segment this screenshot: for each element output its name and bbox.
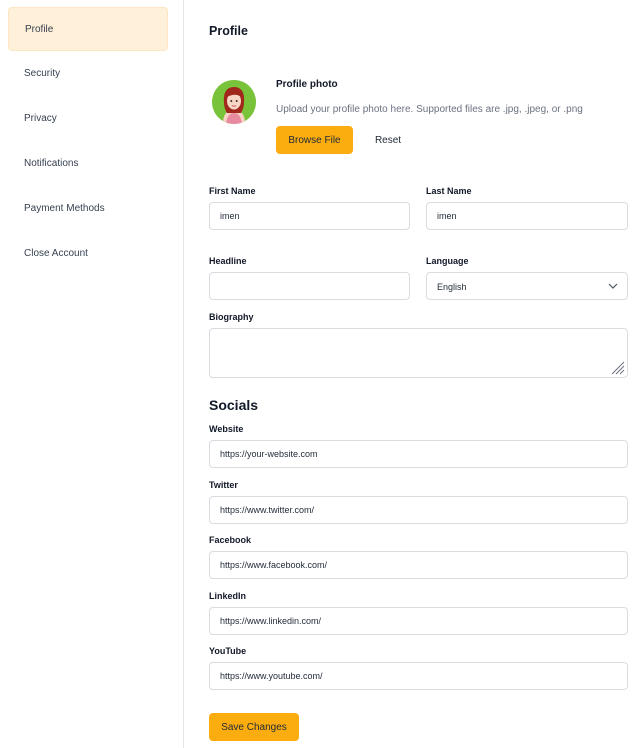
sidebar-item-security[interactable]: Security: [8, 52, 168, 96]
biography-textarea[interactable]: [209, 328, 628, 378]
reset-photo-button[interactable]: Reset: [364, 126, 412, 154]
chevron-down-icon: [608, 283, 618, 289]
settings-sidebar: Profile Security Privacy Notifications P…: [0, 0, 184, 748]
website-input[interactable]: [209, 440, 628, 468]
sidebar-item-payment-methods[interactable]: Payment Methods: [8, 187, 168, 231]
sidebar-item-privacy[interactable]: Privacy: [8, 97, 168, 141]
page-title: Profile: [209, 24, 248, 38]
youtube-input[interactable]: [209, 662, 628, 690]
avatar-illustration: [212, 80, 256, 124]
linkedin-label: LinkedIn: [209, 591, 247, 601]
last-name-label: Last Name: [426, 186, 472, 196]
profile-settings-panel: Profile Profile photo Upload your profil…: [184, 0, 638, 748]
first-name-input[interactable]: [209, 202, 410, 230]
biography-label: Biography: [209, 312, 254, 322]
socials-heading: Socials: [209, 397, 259, 413]
save-changes-button[interactable]: Save Changes: [209, 713, 299, 741]
language-selected-value: English: [437, 282, 467, 292]
last-name-input[interactable]: [426, 202, 628, 230]
facebook-label: Facebook: [209, 535, 252, 545]
resize-grip-icon[interactable]: [611, 361, 625, 375]
headline-input[interactable]: [209, 272, 410, 300]
avatar: [212, 80, 256, 124]
language-label: Language: [426, 256, 469, 266]
first-name-label: First Name: [209, 186, 256, 196]
sidebar-item-profile[interactable]: Profile: [8, 7, 168, 51]
profile-photo-title: Profile photo: [276, 79, 338, 90]
sidebar-item-close-account[interactable]: Close Account: [8, 232, 168, 276]
headline-label: Headline: [209, 256, 247, 266]
profile-photo-help-text: Upload your profile photo here. Supporte…: [276, 104, 583, 115]
browse-file-button[interactable]: Browse File: [276, 126, 353, 154]
twitter-input[interactable]: [209, 496, 628, 524]
facebook-input[interactable]: [209, 551, 628, 579]
language-select[interactable]: English: [426, 272, 628, 300]
sidebar-item-notifications[interactable]: Notifications: [8, 142, 168, 186]
youtube-label: YouTube: [209, 646, 247, 656]
twitter-label: Twitter: [209, 480, 238, 490]
website-label: Website: [209, 424, 244, 434]
linkedin-input[interactable]: [209, 607, 628, 635]
